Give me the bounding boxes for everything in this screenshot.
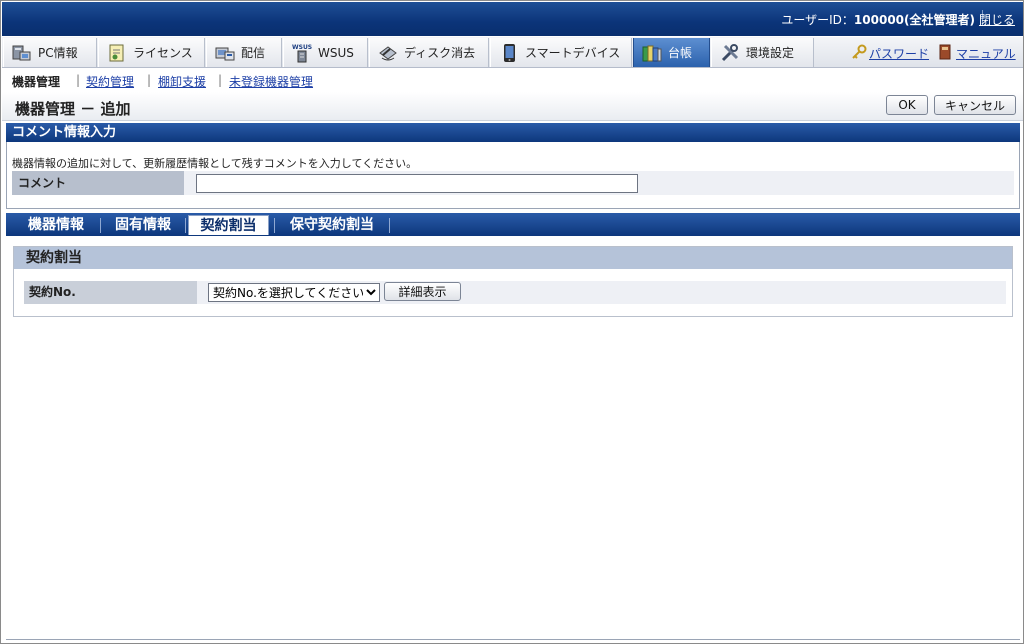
divider bbox=[6, 639, 1020, 640]
svg-text:WSUS: WSUS bbox=[292, 44, 312, 51]
sub-navigation: 機器管理 | 契約管理 | 棚卸支援 | 未登録機器管理 bbox=[2, 69, 1023, 91]
tab-device-info[interactable]: 機器情報 bbox=[20, 215, 92, 235]
divider: | bbox=[76, 73, 81, 87]
divider: | bbox=[218, 73, 223, 87]
subnav-link-inventory[interactable]: 棚卸支援 bbox=[158, 75, 206, 89]
comment-description: 機器情報の追加に対して、更新履歴情報として残すコメントを入力してください。 bbox=[12, 157, 418, 170]
comment-section-header: コメント情報入力 bbox=[6, 123, 1020, 142]
divider bbox=[100, 218, 101, 233]
tab-label: 環境設定 bbox=[746, 46, 795, 60]
main-tab-bar: PC情報 ライセンス 配信 WSUS WSUS ディスク消去 スマートデバイス … bbox=[2, 37, 1023, 68]
tab-pc-info[interactable]: PC情報 bbox=[3, 38, 97, 67]
license-icon bbox=[107, 43, 127, 63]
content-tab-bar: 機器情報 固有情報 契約割当 保守契約割当 bbox=[6, 213, 1020, 236]
ok-button[interactable]: OK bbox=[886, 95, 928, 115]
panel-title: 契約割当 bbox=[14, 247, 1012, 269]
comment-input[interactable] bbox=[196, 174, 638, 193]
divider bbox=[274, 218, 275, 233]
close-link[interactable]: 閉じる bbox=[979, 11, 1015, 28]
contract-assignment-panel: 契約割当 契約No. 契約No.を選択してください 詳細表示 bbox=[13, 246, 1013, 317]
password-link[interactable]: パスワード bbox=[869, 45, 929, 62]
tab-distribution[interactable]: 配信 bbox=[206, 38, 282, 67]
tab-settings[interactable]: 環境設定 bbox=[711, 38, 814, 67]
tab-wsus[interactable]: WSUS WSUS bbox=[283, 38, 368, 67]
comment-section: 機器情報の追加に対して、更新履歴情報として残すコメントを入力してください。 コメ… bbox=[6, 142, 1020, 209]
tab-label: ディスク消去 bbox=[404, 46, 476, 60]
contract-no-label: 契約No. bbox=[24, 281, 197, 304]
tab-label: スマートデバイス bbox=[525, 46, 621, 60]
tab-ledger[interactable]: 台帳 bbox=[633, 38, 710, 67]
manual-icon bbox=[937, 44, 953, 60]
comment-row: コメント bbox=[12, 171, 1014, 195]
ledger-icon bbox=[642, 43, 662, 63]
tab-label: PC情報 bbox=[38, 46, 78, 60]
cancel-button[interactable]: キャンセル bbox=[934, 95, 1016, 115]
tab-label: ライセンス bbox=[133, 46, 193, 60]
divider bbox=[185, 218, 186, 233]
tab-contract-assignment[interactable]: 契約割当 bbox=[188, 215, 269, 235]
subnav-link-unregistered[interactable]: 未登録機器管理 bbox=[229, 75, 313, 89]
tab-label: WSUS bbox=[318, 45, 354, 60]
tab-maintenance-contract[interactable]: 保守契約割当 bbox=[279, 215, 385, 235]
title-bar: 機器管理 － 追加 OK キャンセル bbox=[2, 92, 1023, 121]
tab-license[interactable]: ライセンス bbox=[98, 38, 205, 67]
manual-link[interactable]: マニュアル bbox=[956, 45, 1016, 62]
subnav-link-contract[interactable]: 契約管理 bbox=[86, 75, 134, 89]
disk-erase-icon bbox=[378, 43, 398, 63]
contract-no-select[interactable]: 契約No.を選択してください bbox=[208, 283, 380, 302]
divider: | bbox=[147, 73, 152, 87]
smart-device-icon bbox=[499, 43, 519, 63]
detail-button[interactable]: 詳細表示 bbox=[384, 282, 461, 301]
tab-specific-info[interactable]: 固有情報 bbox=[106, 215, 180, 235]
divider bbox=[389, 218, 390, 233]
tab-label: 配信 bbox=[241, 46, 266, 60]
pc-icon bbox=[12, 43, 32, 63]
app-window: ユーザーID：100000(全社管理者) 閉じる PC情報 ライセンス 配信 W… bbox=[0, 0, 1024, 644]
subnav-current: 機器管理 bbox=[12, 75, 61, 89]
tab-label: 台帳 bbox=[668, 46, 693, 60]
tab-disk-erase[interactable]: ディスク消去 bbox=[369, 38, 489, 67]
contract-row: 契約No. 契約No.を選択してください 詳細表示 bbox=[24, 281, 1006, 304]
top-banner: ユーザーID：100000(全社管理者) 閉じる bbox=[2, 2, 1023, 36]
key-icon bbox=[851, 44, 867, 60]
user-info: ユーザーID：100000(全社管理者) bbox=[781, 11, 975, 28]
comment-label: コメント bbox=[12, 171, 184, 195]
tab-smart-device[interactable]: スマートデバイス bbox=[490, 38, 632, 67]
settings-icon bbox=[720, 43, 740, 63]
user-id-label: ユーザーID： bbox=[781, 13, 854, 27]
distribution-icon bbox=[215, 43, 235, 63]
user-id-value: 100000(全社管理者) bbox=[853, 13, 975, 27]
page-title: 機器管理 － 追加 bbox=[15, 100, 131, 118]
wsus-icon: WSUS bbox=[292, 43, 312, 63]
